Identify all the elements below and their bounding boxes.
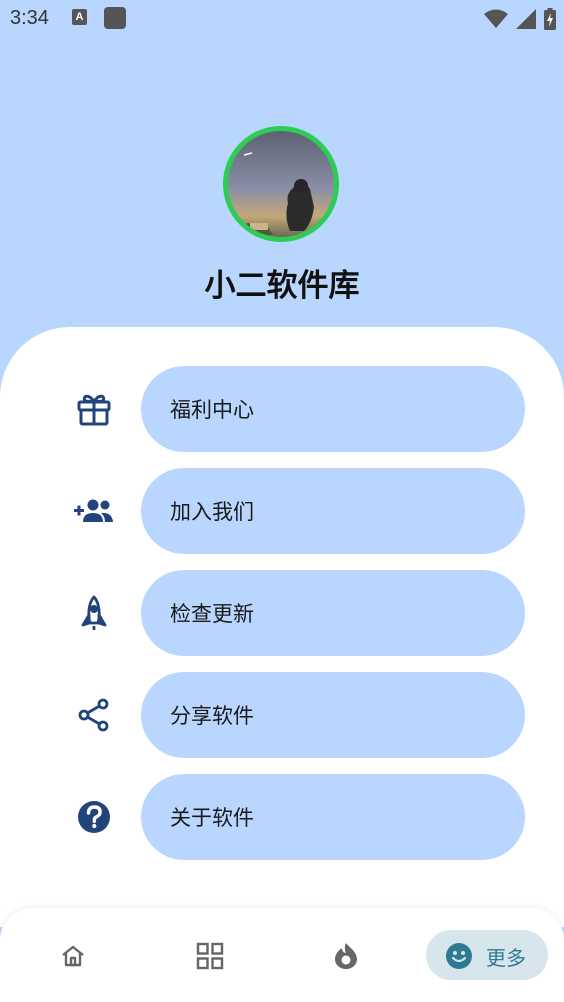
menu-label: 检查更新 bbox=[170, 602, 254, 626]
status-indicators bbox=[484, 8, 556, 30]
wifi-icon bbox=[484, 9, 508, 28]
nav-more-active[interactable]: 更多 bbox=[426, 930, 548, 980]
menu-item-about-app[interactable]: 关于软件 bbox=[0, 774, 564, 860]
bottom-navigation: 更多 bbox=[0, 908, 564, 1002]
share-app-button[interactable]: 分享软件 bbox=[141, 672, 525, 758]
app-title: 小二软件库 bbox=[204, 268, 360, 304]
nav-home[interactable] bbox=[56, 939, 90, 973]
compass-icon bbox=[335, 943, 357, 969]
check-update-button[interactable]: 检查更新 bbox=[141, 570, 525, 656]
home-icon bbox=[62, 945, 84, 967]
menu-item-join-us[interactable]: 加入我们 bbox=[0, 468, 564, 554]
menu-label: 分享软件 bbox=[170, 704, 254, 728]
notification-a-icon: A bbox=[72, 9, 87, 25]
join-us-button[interactable]: 加入我们 bbox=[141, 468, 525, 554]
menu-item-share-app[interactable]: 分享软件 bbox=[0, 672, 564, 758]
nav-categories[interactable] bbox=[193, 939, 227, 973]
about-app-button[interactable]: 关于软件 bbox=[141, 774, 525, 860]
grid-icon bbox=[196, 942, 224, 970]
smiley-icon bbox=[446, 943, 472, 969]
menu-label: 关于软件 bbox=[170, 806, 254, 830]
avatar[interactable] bbox=[223, 126, 339, 242]
status-time: 3:34 bbox=[10, 7, 49, 29]
gift-icon bbox=[72, 389, 116, 429]
welfare-center-button[interactable]: 福利中心 bbox=[141, 366, 525, 452]
nav-more-label: 更多 bbox=[486, 946, 526, 970]
notification-app-icon bbox=[104, 7, 126, 29]
menu-item-welfare-center[interactable]: 福利中心 bbox=[0, 366, 564, 452]
status-bar: 3:34 A bbox=[0, 0, 564, 38]
add-group-icon bbox=[72, 491, 116, 531]
menu-label: 福利中心 bbox=[170, 398, 254, 422]
share-icon bbox=[72, 695, 116, 735]
help-icon bbox=[72, 797, 116, 837]
avatar-photo bbox=[228, 131, 334, 237]
menu-item-check-update[interactable]: 检查更新 bbox=[0, 570, 564, 656]
rocket-icon bbox=[72, 593, 116, 633]
battery-charging-icon bbox=[544, 8, 556, 30]
nav-discover[interactable] bbox=[329, 939, 363, 973]
menu-label: 加入我们 bbox=[170, 500, 254, 524]
cellular-signal-icon bbox=[516, 9, 536, 29]
